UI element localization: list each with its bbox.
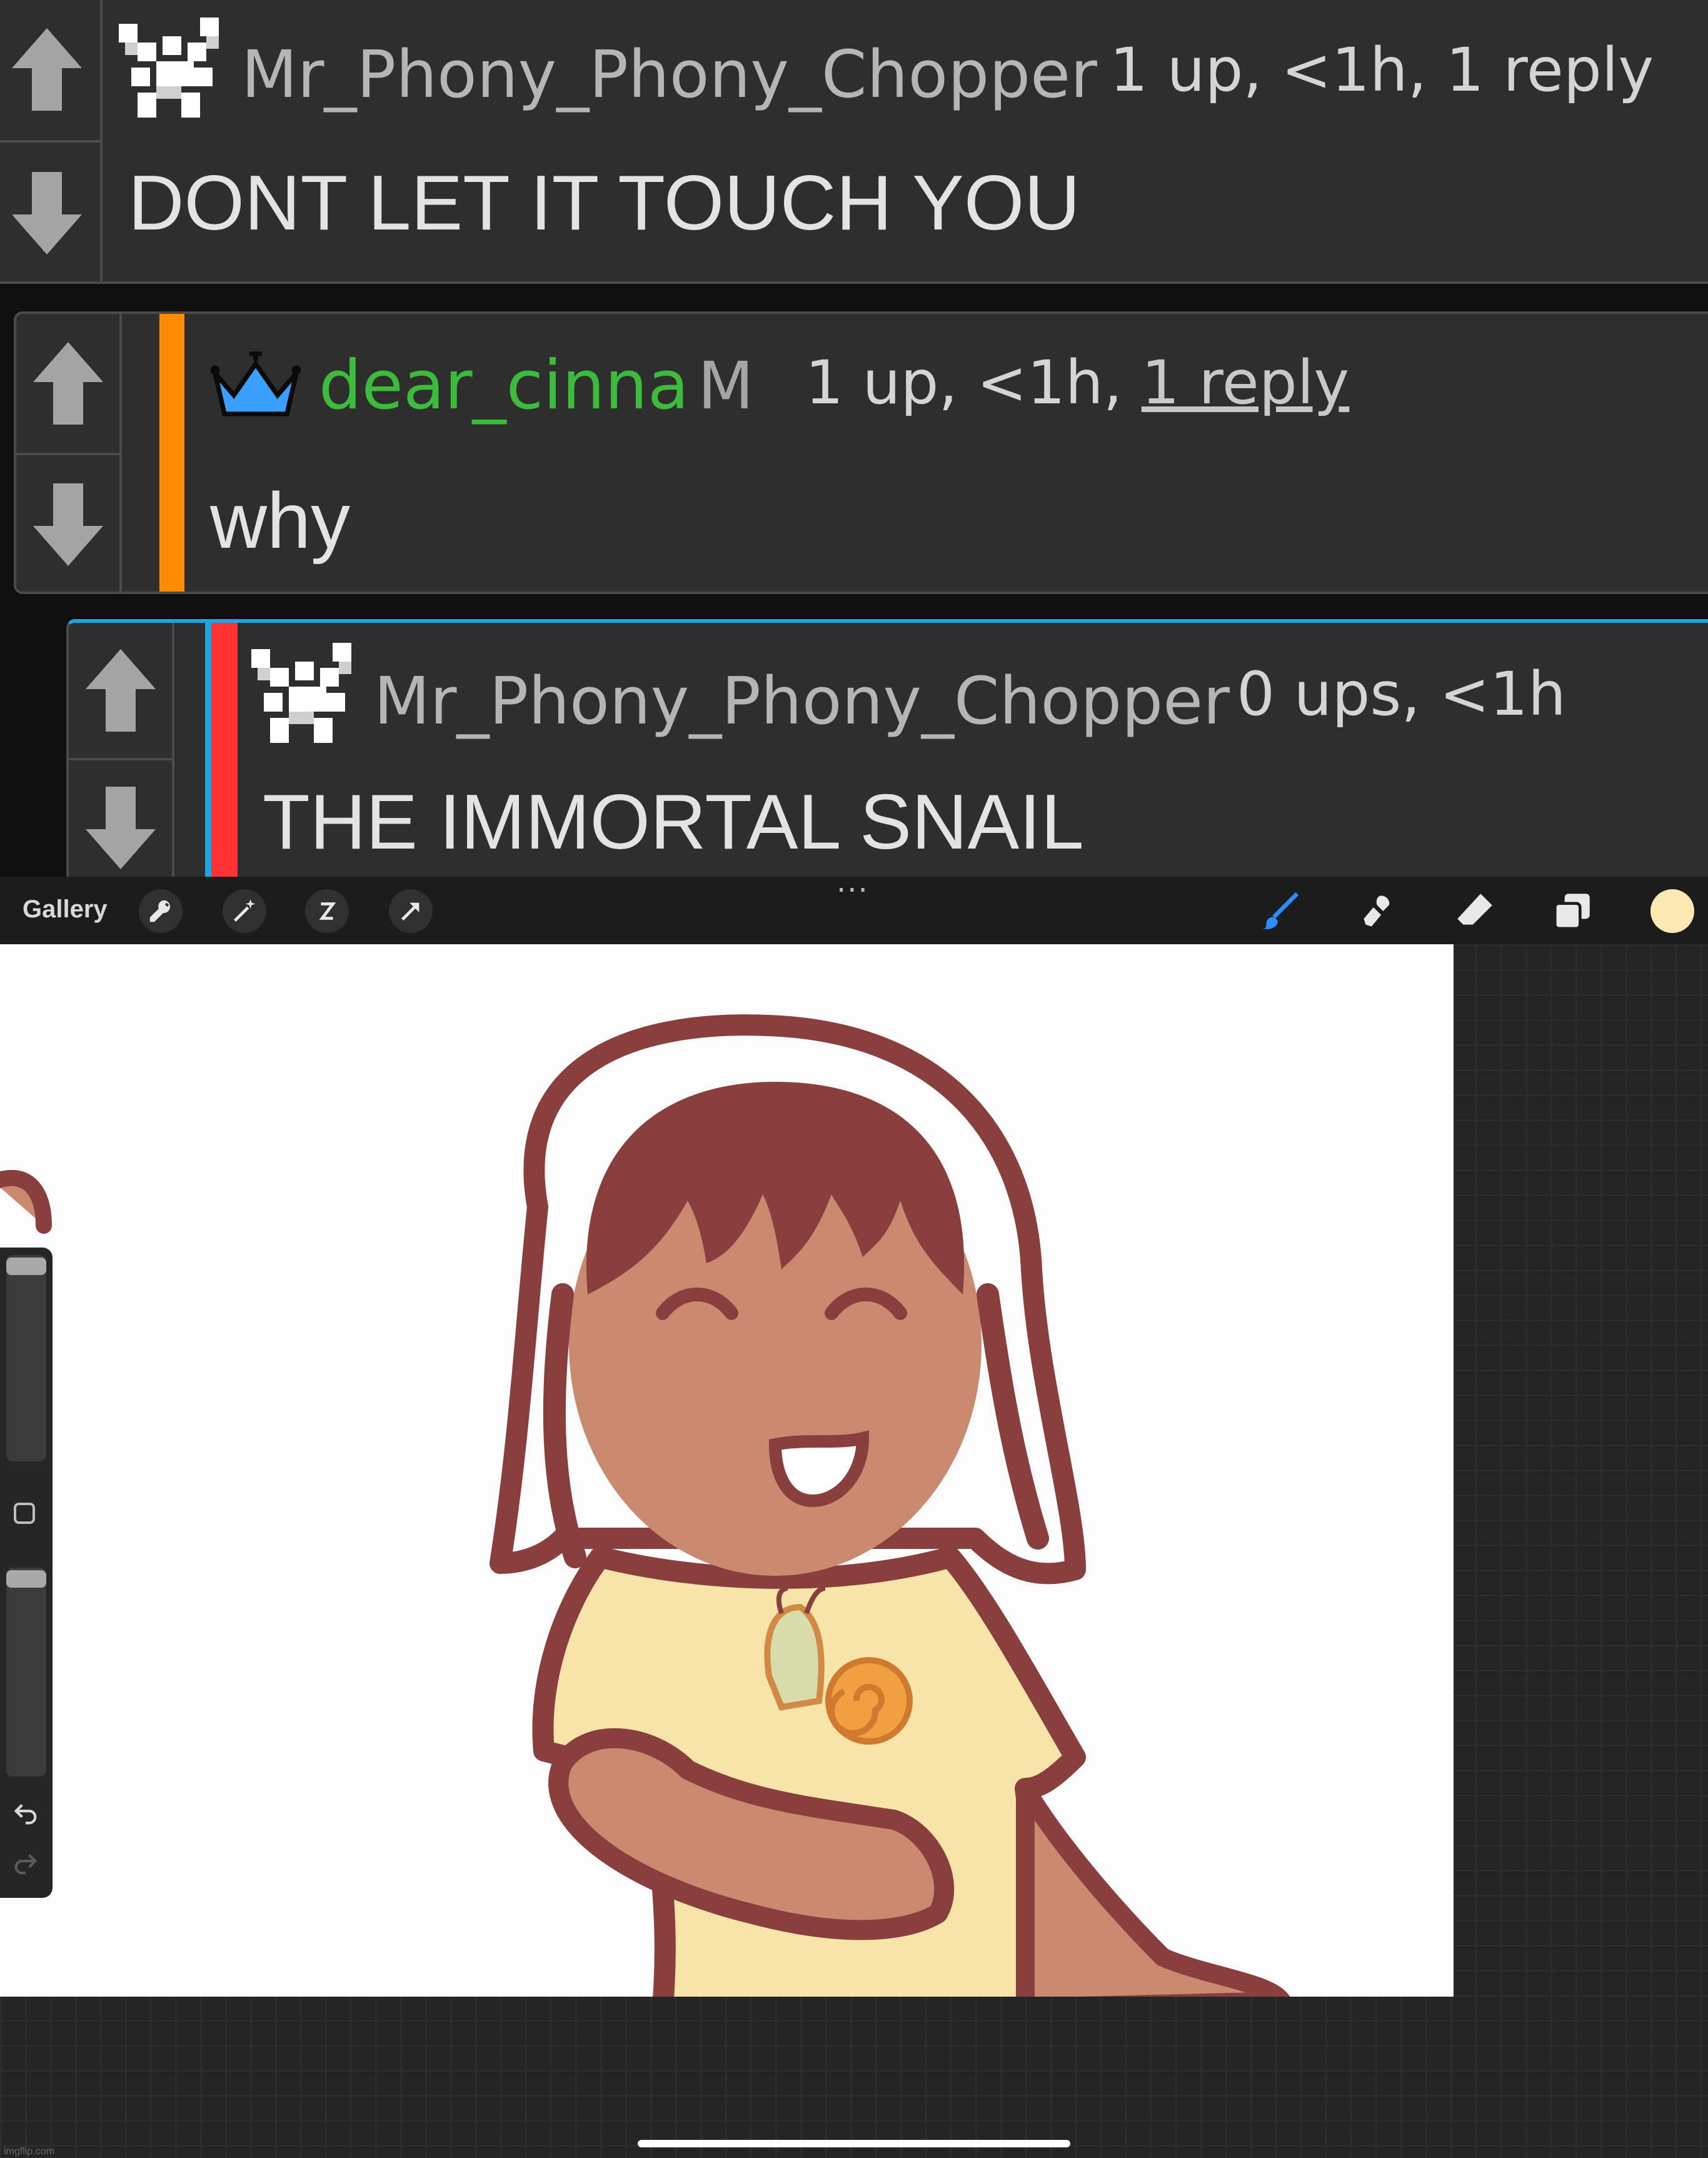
arrow-down-icon bbox=[33, 483, 103, 566]
comment-meta: 0 ups, <1h bbox=[1237, 659, 1566, 729]
vote-column bbox=[0, 0, 103, 281]
thread-color-bar bbox=[211, 623, 238, 885]
arrow-transform-icon[interactable] bbox=[389, 889, 433, 933]
smudge-icon[interactable] bbox=[1354, 888, 1400, 934]
comment-body: THE IMMORTAL SNAIL bbox=[263, 779, 1084, 865]
eraser-icon[interactable] bbox=[1452, 888, 1498, 934]
drawing-canvas[interactable] bbox=[0, 944, 1454, 1997]
redo-icon[interactable] bbox=[11, 1848, 40, 1877]
thread-color-bar bbox=[159, 314, 184, 592]
arrow-up-icon bbox=[85, 649, 156, 732]
character-drawing bbox=[0, 1014, 1290, 1997]
comment-3: Mr_Phony_Phony_Chopper 0 ups, <1h THE IM… bbox=[66, 619, 1708, 917]
brush-size-slider[interactable] bbox=[6, 1255, 46, 1461]
comment-username[interactable]: dear_cinna bbox=[319, 346, 689, 425]
modify-square-button[interactable] bbox=[14, 1503, 35, 1524]
comment-1: Mr_Phony_Phony_Chopper 1 up, <1h, 1 repl… bbox=[0, 0, 1708, 284]
upvote-button[interactable] bbox=[69, 623, 172, 758]
layers-icon[interactable] bbox=[1549, 888, 1595, 934]
comment-body: why bbox=[210, 476, 351, 565]
pixel-avatar-icon bbox=[251, 643, 351, 743]
brush-opacity-thumb[interactable] bbox=[6, 1570, 46, 1588]
thread-highlight-line bbox=[205, 619, 211, 894]
home-indicator[interactable] bbox=[638, 2140, 1070, 2147]
comment-meta: 1 up, <1h, 1 reply bbox=[1110, 35, 1654, 105]
comment-body: DONT LET IT TOUCH YOU bbox=[128, 160, 1080, 246]
selection-icon[interactable] bbox=[305, 889, 349, 933]
comment-2: dear_cinna M 1 up, <1h, 1 reply why bbox=[14, 311, 1708, 594]
upvote-button[interactable] bbox=[0, 0, 100, 140]
undo-icon[interactable] bbox=[11, 1798, 40, 1827]
comment-meta-text: 1 up, <1h, bbox=[805, 348, 1142, 418]
comment-username[interactable]: Mr_Phony_Phony_Chopper bbox=[241, 36, 1097, 113]
pixel-avatar-icon bbox=[119, 18, 219, 118]
vote-column bbox=[16, 314, 122, 592]
color-swatch-icon[interactable] bbox=[1650, 889, 1694, 933]
brush-icon[interactable] bbox=[1257, 888, 1303, 934]
more-menu-button[interactable]: ... bbox=[836, 864, 869, 899]
watermark: imgflip.com bbox=[4, 2146, 54, 2157]
arrow-down-icon bbox=[85, 787, 156, 869]
downvote-button[interactable] bbox=[69, 758, 172, 895]
comment-meta: 1 up, <1h, 1 reply bbox=[805, 348, 1349, 418]
crown-icon bbox=[210, 351, 301, 416]
brush-side-panel bbox=[0, 1248, 53, 1898]
brush-size-thumb[interactable] bbox=[6, 1258, 46, 1275]
mod-badge: M bbox=[698, 348, 754, 424]
arrow-up-icon bbox=[12, 28, 82, 111]
comment-username[interactable]: Mr_Phony_Phony_Chopper bbox=[374, 663, 1230, 739]
brush-opacity-slider[interactable] bbox=[6, 1568, 46, 1777]
arrow-down-icon bbox=[12, 172, 82, 255]
magic-wand-icon[interactable] bbox=[223, 889, 266, 933]
gallery-button[interactable]: Gallery bbox=[23, 895, 108, 924]
replies-link[interactable]: 1 reply bbox=[1142, 348, 1349, 418]
downvote-button[interactable] bbox=[16, 453, 119, 594]
wrench-icon[interactable] bbox=[139, 889, 183, 933]
vote-column bbox=[69, 623, 174, 917]
arrow-up-icon bbox=[33, 342, 103, 425]
downvote-button[interactable] bbox=[0, 140, 100, 284]
drawing-app-toolbar: Gallery ... bbox=[0, 864, 1708, 944]
upvote-button[interactable] bbox=[16, 314, 119, 453]
